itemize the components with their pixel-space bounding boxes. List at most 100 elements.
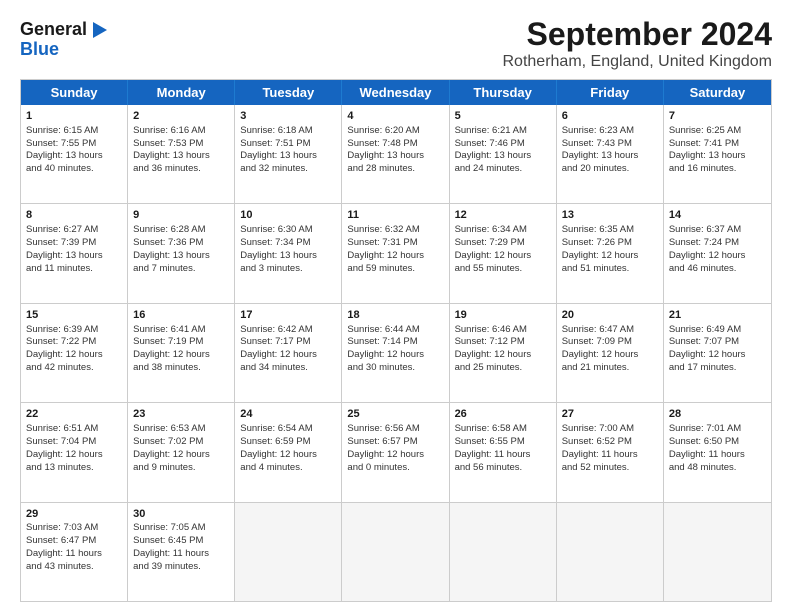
daylight-text2: and 20 minutes.: [562, 163, 630, 174]
daylight-text2: and 3 minutes.: [240, 263, 302, 274]
day-number: 19: [455, 308, 551, 323]
calendar-cell: 16Sunrise: 6:41 AMSunset: 7:19 PMDayligh…: [128, 304, 235, 402]
sunset-text: Sunset: 6:57 PM: [347, 436, 417, 447]
daylight-text2: and 55 minutes.: [455, 263, 523, 274]
daylight-text: Daylight: 12 hours: [26, 349, 103, 360]
sunset-text: Sunset: 7:12 PM: [455, 336, 525, 347]
sunset-text: Sunset: 6:45 PM: [133, 535, 203, 546]
daylight-text2: and 4 minutes.: [240, 462, 302, 473]
calendar-cell: 8Sunrise: 6:27 AMSunset: 7:39 PMDaylight…: [21, 204, 128, 302]
sunset-text: Sunset: 7:24 PM: [669, 237, 739, 248]
daylight-text2: and 24 minutes.: [455, 163, 523, 174]
calendar-cell: 15Sunrise: 6:39 AMSunset: 7:22 PMDayligh…: [21, 304, 128, 402]
daylight-text2: and 51 minutes.: [562, 263, 630, 274]
calendar-cell: 23Sunrise: 6:53 AMSunset: 7:02 PMDayligh…: [128, 403, 235, 501]
daylight-text2: and 59 minutes.: [347, 263, 415, 274]
day-number: 16: [133, 308, 229, 323]
day-number: 26: [455, 407, 551, 422]
daylight-text2: and 56 minutes.: [455, 462, 523, 473]
day-number: 1: [26, 109, 122, 124]
day-number: 14: [669, 208, 766, 223]
daylight-text: Daylight: 12 hours: [347, 449, 424, 460]
sunrise-text: Sunrise: 6:27 AM: [26, 224, 98, 235]
daylight-text: Daylight: 12 hours: [240, 349, 317, 360]
calendar-cell: 18Sunrise: 6:44 AMSunset: 7:14 PMDayligh…: [342, 304, 449, 402]
daylight-text: Daylight: 12 hours: [455, 349, 532, 360]
daylight-text: Daylight: 13 hours: [26, 150, 103, 161]
daylight-text2: and 43 minutes.: [26, 561, 94, 572]
sunrise-text: Sunrise: 6:25 AM: [669, 125, 741, 136]
daylight-text2: and 0 minutes.: [347, 462, 409, 473]
calendar-cell: 5Sunrise: 6:21 AMSunset: 7:46 PMDaylight…: [450, 105, 557, 203]
daylight-text: Daylight: 13 hours: [347, 150, 424, 161]
calendar-cell: [342, 503, 449, 601]
day-number: 2: [133, 109, 229, 124]
sunrise-text: Sunrise: 6:51 AM: [26, 423, 98, 434]
sunset-text: Sunset: 7:22 PM: [26, 336, 96, 347]
sunset-text: Sunset: 7:02 PM: [133, 436, 203, 447]
daylight-text: Daylight: 12 hours: [240, 449, 317, 460]
sunrise-text: Sunrise: 6:54 AM: [240, 423, 312, 434]
sunrise-text: Sunrise: 6:30 AM: [240, 224, 312, 235]
calendar-cell: 9Sunrise: 6:28 AMSunset: 7:36 PMDaylight…: [128, 204, 235, 302]
calendar-cell: [450, 503, 557, 601]
sunrise-text: Sunrise: 6:41 AM: [133, 324, 205, 335]
calendar-cell: [235, 503, 342, 601]
daylight-text: Daylight: 13 hours: [240, 150, 317, 161]
sunset-text: Sunset: 7:07 PM: [669, 336, 739, 347]
sunrise-text: Sunrise: 6:56 AM: [347, 423, 419, 434]
calendar-week-5: 29Sunrise: 7:03 AMSunset: 6:47 PMDayligh…: [21, 503, 771, 601]
calendar-cell: 2Sunrise: 6:16 AMSunset: 7:53 PMDaylight…: [128, 105, 235, 203]
daylight-text: Daylight: 13 hours: [240, 250, 317, 261]
day-number: 24: [240, 407, 336, 422]
calendar-cell: 13Sunrise: 6:35 AMSunset: 7:26 PMDayligh…: [557, 204, 664, 302]
sunrise-text: Sunrise: 6:53 AM: [133, 423, 205, 434]
sunrise-text: Sunrise: 6:58 AM: [455, 423, 527, 434]
daylight-text: Daylight: 11 hours: [133, 548, 209, 559]
calendar-cell: 4Sunrise: 6:20 AMSunset: 7:48 PMDaylight…: [342, 105, 449, 203]
calendar-header: SundayMondayTuesdayWednesdayThursdayFrid…: [21, 80, 771, 105]
sunset-text: Sunset: 7:14 PM: [347, 336, 417, 347]
sunrise-text: Sunrise: 6:32 AM: [347, 224, 419, 235]
daylight-text2: and 21 minutes.: [562, 362, 630, 373]
calendar-cell: 27Sunrise: 7:00 AMSunset: 6:52 PMDayligh…: [557, 403, 664, 501]
daylight-text: Daylight: 12 hours: [669, 250, 746, 261]
calendar-cell: [664, 503, 771, 601]
header: General Blue September 2024 Rotherham, E…: [20, 16, 772, 71]
col-header-tuesday: Tuesday: [235, 80, 342, 105]
sunset-text: Sunset: 7:19 PM: [133, 336, 203, 347]
calendar-cell: 24Sunrise: 6:54 AMSunset: 6:59 PMDayligh…: [235, 403, 342, 501]
sunrise-text: Sunrise: 7:00 AM: [562, 423, 634, 434]
daylight-text: Daylight: 13 hours: [133, 250, 210, 261]
calendar-cell: 3Sunrise: 6:18 AMSunset: 7:51 PMDaylight…: [235, 105, 342, 203]
sunrise-text: Sunrise: 7:01 AM: [669, 423, 741, 434]
calendar-cell: 19Sunrise: 6:46 AMSunset: 7:12 PMDayligh…: [450, 304, 557, 402]
col-header-monday: Monday: [128, 80, 235, 105]
calendar-cell: 12Sunrise: 6:34 AMSunset: 7:29 PMDayligh…: [450, 204, 557, 302]
sunset-text: Sunset: 7:43 PM: [562, 138, 632, 149]
calendar-cell: 6Sunrise: 6:23 AMSunset: 7:43 PMDaylight…: [557, 105, 664, 203]
daylight-text2: and 16 minutes.: [669, 163, 737, 174]
sunset-text: Sunset: 6:47 PM: [26, 535, 96, 546]
daylight-text2: and 11 minutes.: [26, 263, 93, 274]
daylight-text: Daylight: 13 hours: [455, 150, 532, 161]
sunrise-text: Sunrise: 6:15 AM: [26, 125, 98, 136]
day-number: 10: [240, 208, 336, 223]
sunrise-text: Sunrise: 6:21 AM: [455, 125, 527, 136]
daylight-text2: and 42 minutes.: [26, 362, 94, 373]
sunset-text: Sunset: 7:34 PM: [240, 237, 310, 248]
sunset-text: Sunset: 7:36 PM: [133, 237, 203, 248]
daylight-text2: and 48 minutes.: [669, 462, 737, 473]
sunset-text: Sunset: 6:52 PM: [562, 436, 632, 447]
calendar-cell: [557, 503, 664, 601]
calendar-week-4: 22Sunrise: 6:51 AMSunset: 7:04 PMDayligh…: [21, 403, 771, 502]
sunrise-text: Sunrise: 6:37 AM: [669, 224, 741, 235]
calendar-cell: 25Sunrise: 6:56 AMSunset: 6:57 PMDayligh…: [342, 403, 449, 501]
day-number: 13: [562, 208, 658, 223]
calendar-cell: 26Sunrise: 6:58 AMSunset: 6:55 PMDayligh…: [450, 403, 557, 501]
daylight-text: Daylight: 12 hours: [562, 349, 639, 360]
sunset-text: Sunset: 6:55 PM: [455, 436, 525, 447]
daylight-text: Daylight: 13 hours: [669, 150, 746, 161]
logo-text: General Blue: [20, 20, 87, 60]
sunset-text: Sunset: 7:09 PM: [562, 336, 632, 347]
